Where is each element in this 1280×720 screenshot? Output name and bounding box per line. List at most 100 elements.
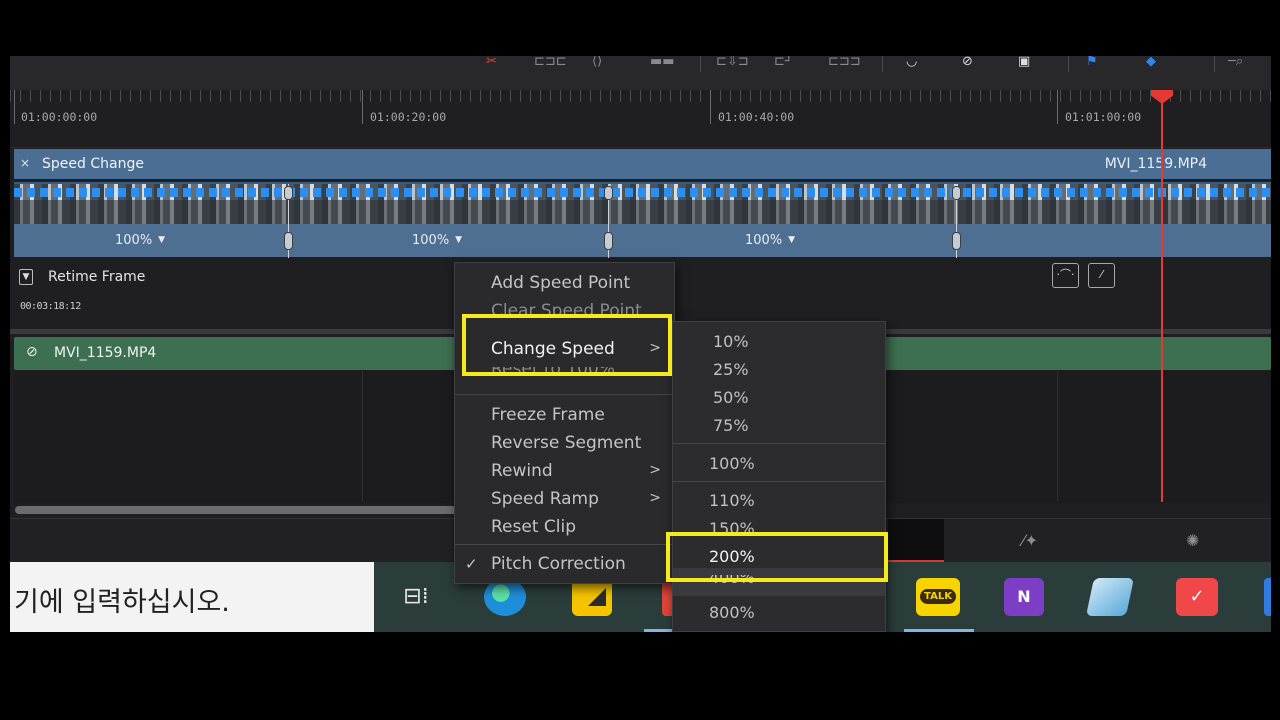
retime-frame-label: Retime Frame: [48, 269, 146, 285]
speed-point-handle-bottom[interactable]: [952, 232, 961, 250]
speed-context-menu: Add Speed Point Clear Speed Point Change…: [454, 262, 675, 584]
taskbar-search-box[interactable]: 기에 입력하십시오.: [10, 562, 374, 632]
color-wheel-icon[interactable]: ✺: [1186, 531, 1199, 550]
ruler-ticks: [10, 90, 1271, 102]
speed-option-10[interactable]: 10%: [713, 332, 749, 351]
checkmark-icon: ✓: [465, 555, 478, 573]
speed-point-handle-top[interactable]: [284, 186, 293, 200]
menu-separator: [455, 394, 674, 395]
speed-value: 100%: [412, 233, 450, 248]
flag-icon[interactable]: ⚑: [1086, 56, 1098, 68]
replace-clip-icon[interactable]: ▬▬: [650, 56, 675, 68]
dropdown-arrow-icon[interactable]: ▼: [158, 235, 165, 245]
grid-line: [362, 371, 363, 501]
menu-item-add-speed-point[interactable]: Add Speed Point: [491, 273, 630, 293]
speed-option-110[interactable]: 110%: [709, 491, 755, 510]
menu-item-reset-clip[interactable]: Reset Clip: [491, 517, 576, 537]
retime-timecode: 00:03:18:12: [20, 301, 81, 312]
timecode-label: 01:00:40:00: [718, 110, 795, 124]
dropdown-arrow-icon[interactable]: ▼: [788, 235, 795, 245]
position-lock-icon[interactable]: ▣: [1018, 56, 1030, 68]
filmstrip-shade: [14, 200, 1271, 226]
speed-value: 100%: [115, 233, 153, 248]
speed-option-800[interactable]: 800%: [709, 603, 755, 622]
insert-clip-icon[interactable]: ⊏⊐⊏: [534, 56, 567, 68]
calendar-app-icon[interactable]: ✓: [1176, 578, 1218, 616]
speed-point-handle-bottom[interactable]: [284, 232, 293, 250]
speed-change-header: × Speed Change MVI_1159.MP4: [14, 149, 1271, 179]
overwrite-clip-icon[interactable]: ⟨⟩: [592, 56, 602, 68]
menu-item-pitch-correction[interactable]: Pitch Correction: [491, 554, 626, 574]
active-page-tab[interactable]: [888, 519, 944, 563]
highlight-box-change-speed: [462, 314, 672, 376]
playhead-line[interactable]: [1161, 96, 1163, 502]
toolbar-divider: [700, 56, 701, 72]
speed-point-handle-top[interactable]: [604, 186, 613, 200]
speed-segment-1[interactable]: 100% ▼: [115, 233, 165, 248]
onenote-icon[interactable]: N: [1004, 578, 1044, 616]
menu-separator: [455, 544, 674, 545]
ruler-major-tick: [14, 90, 15, 124]
link-icon[interactable]: ⊘: [962, 56, 973, 68]
grid-line: [1057, 371, 1058, 501]
clip-filmstrip[interactable]: [14, 182, 1271, 226]
razor-icon[interactable]: ✂: [486, 56, 497, 68]
toolbar-divider: [1068, 56, 1069, 72]
timecode-label: 01:01:00:00: [1065, 110, 1142, 124]
speed-point-handle-top[interactable]: [952, 186, 961, 200]
running-app-indicator: [904, 629, 974, 632]
speed-change-title: Speed Change: [42, 156, 144, 172]
ripple-overwrite-icon[interactable]: ⊏⊐⊐: [828, 56, 861, 68]
speed-point-handle-bottom[interactable]: [604, 232, 613, 250]
marker-icon[interactable]: ◆: [1146, 56, 1156, 68]
menu-item-freeze-frame[interactable]: Freeze Frame: [491, 405, 605, 425]
timeline-toolbar: ✂ ⊏⊐⊏ ⟨⟩ ▬▬ ⊏⇩⊐ ⊏┘ ⊏⊐⊐ ◡ ⊘ ▣ ⚑ ◆ ─⌕: [10, 56, 1271, 90]
linear-curve-icon[interactable]: ⁄: [1088, 263, 1115, 288]
speed-option-50[interactable]: 50%: [713, 388, 749, 407]
kakaotalk-label: TALK: [920, 589, 956, 604]
place-on-top-icon[interactable]: ⊏┘: [774, 56, 793, 68]
fit-to-fill-icon[interactable]: ⊏⇩⊐: [716, 56, 749, 68]
search-placeholder: 기에 입력하십시오.: [14, 587, 230, 618]
timecode-label: 01:00:20:00: [370, 110, 447, 124]
retime-dropdown-icon[interactable]: ▼: [19, 269, 33, 285]
ease-curve-icon[interactable]: ·⌒·: [1052, 263, 1079, 288]
app-icon-partial[interactable]: [1264, 578, 1271, 616]
submenu-separator: [673, 443, 885, 444]
horizontal-scrollbar[interactable]: [15, 506, 475, 514]
link-clip-icon: ⊘: [26, 344, 38, 360]
close-icon[interactable]: ×: [20, 156, 30, 170]
speed-segments-row[interactable]: 100% ▼ 100% ▼ 100% ▼: [14, 224, 1271, 257]
zoom-icon[interactable]: ─⌕: [1228, 56, 1243, 68]
dropdown-arrow-icon[interactable]: ▼: [455, 235, 462, 245]
speed-option-150[interactable]: 150%: [709, 519, 755, 533]
speed-option-25[interactable]: 25%: [713, 360, 749, 379]
ruler-major-tick: [710, 90, 711, 124]
snapping-icon[interactable]: ◡: [906, 56, 917, 68]
ruler-major-tick: [1057, 90, 1058, 124]
speed-option-75[interactable]: 75%: [713, 416, 749, 435]
kakaotalk-icon[interactable]: TALK: [916, 578, 960, 616]
timecode-label: 01:00:00:00: [21, 110, 98, 124]
submenu-arrow-icon: >: [649, 490, 661, 506]
toolbar-divider: [882, 56, 883, 72]
fusion-wand-icon[interactable]: ⁄✦: [1022, 531, 1038, 550]
video-clip-name: MVI_1159.MP4: [54, 345, 157, 361]
speed-value: 100%: [745, 233, 783, 248]
menu-item-speed-ramp[interactable]: Speed Ramp: [491, 489, 599, 509]
onenote-label: N: [1017, 587, 1031, 606]
change-speed-submenu: 10% 25% 50% 75% 100% 110% 150% 200% 400%…: [672, 321, 886, 632]
speed-clip-name: MVI_1159.MP4: [1104, 156, 1207, 172]
toolbar-divider: [1214, 56, 1215, 72]
submenu-arrow-icon: >: [649, 462, 661, 478]
menu-item-reverse-segment[interactable]: Reverse Segment: [491, 433, 641, 453]
menu-item-rewind[interactable]: Rewind: [491, 461, 553, 481]
speed-segment-2[interactable]: 100% ▼: [412, 233, 462, 248]
speed-direction-arrows: [14, 188, 1271, 197]
notepad-icon[interactable]: [1085, 578, 1135, 616]
speed-segment-3[interactable]: 100% ▼: [745, 233, 795, 248]
task-view-icon[interactable]: ⊟⁞: [396, 578, 436, 616]
submenu-separator: [673, 481, 885, 482]
timecode-ruler[interactable]: 01:00:00:00 01:00:20:00 01:00:40:00 01:0…: [10, 90, 1271, 148]
speed-option-100[interactable]: 100%: [709, 454, 755, 473]
